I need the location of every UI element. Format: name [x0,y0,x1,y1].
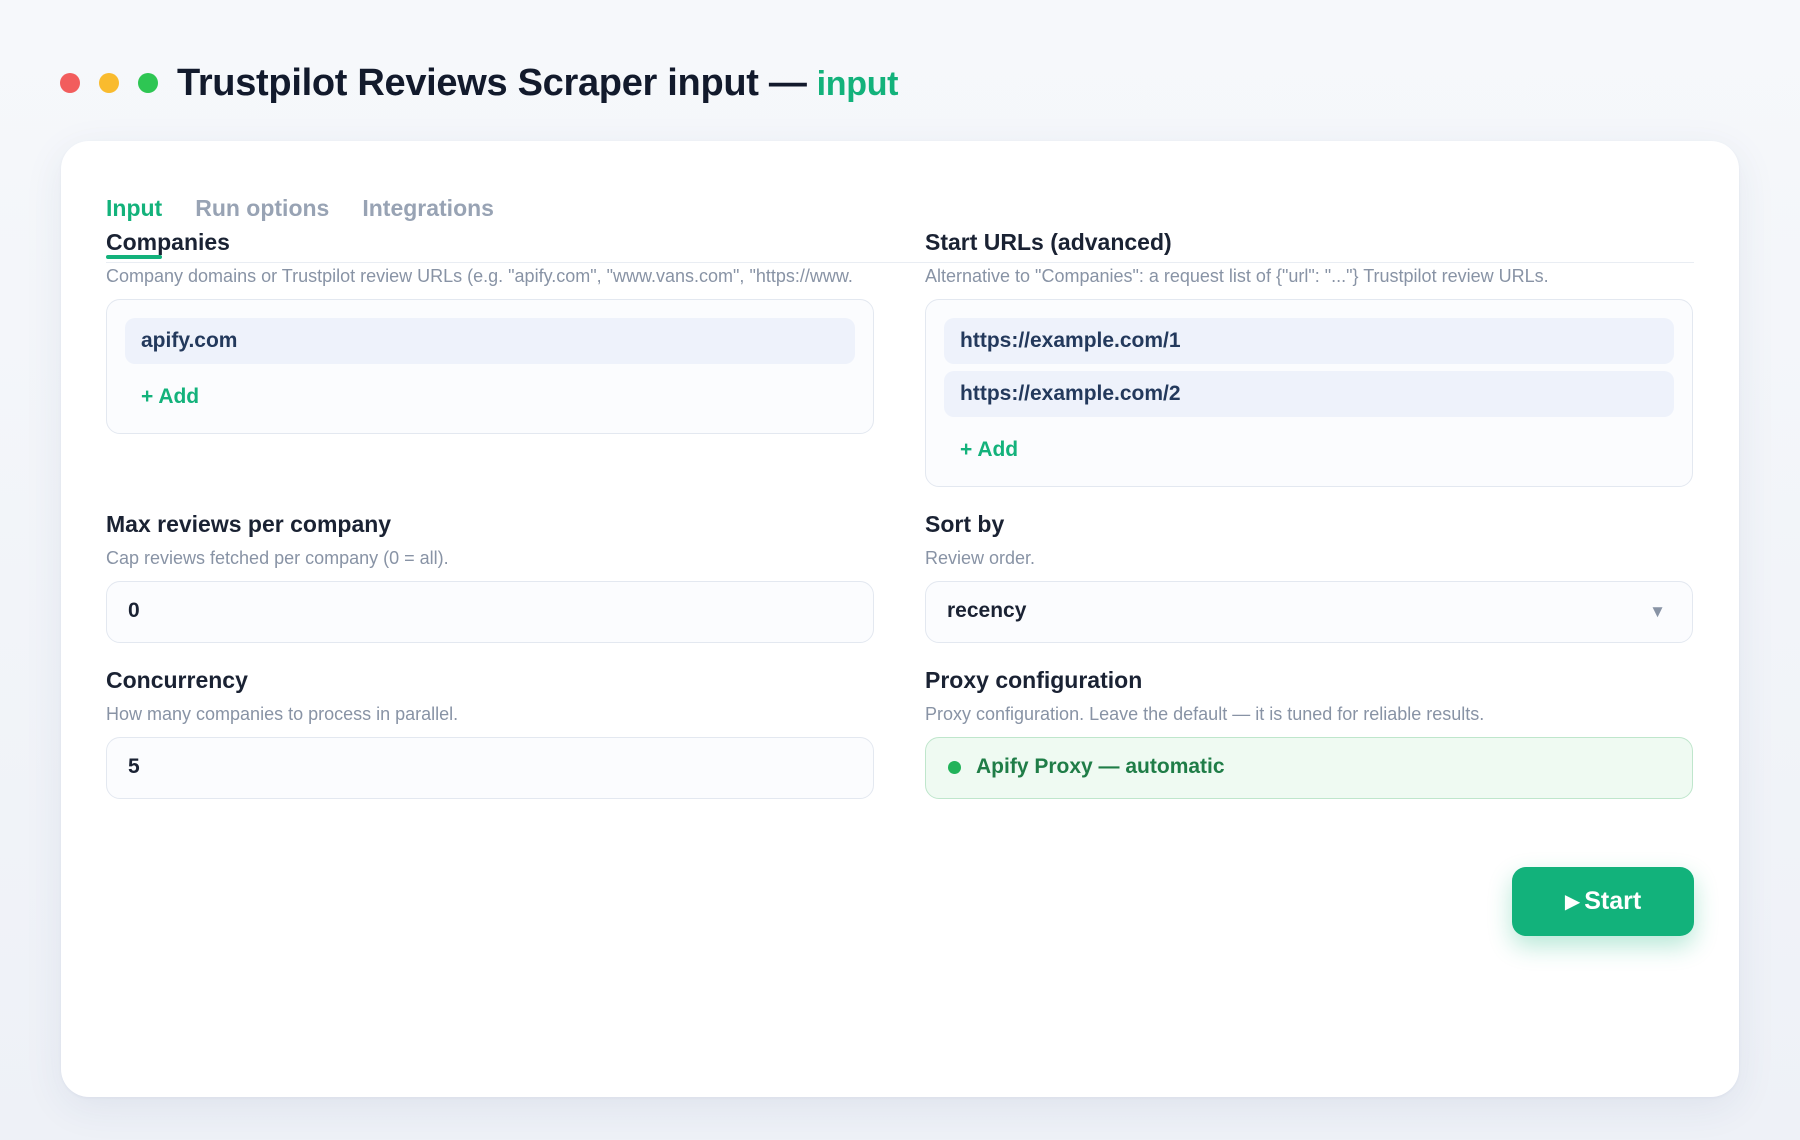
start-button[interactable]: ▶ Start [1512,867,1694,936]
max-reviews-input[interactable]: 0 [106,581,874,643]
proxy-description: Proxy configuration. Leave the default —… [925,704,1485,724]
max-reviews-label: Max reviews per company [106,511,392,537]
concurrency-description: How many companies to process in paralle… [106,704,459,724]
sort-by-label: Sort by [925,511,1005,537]
sort-by-value: recency [947,599,1027,622]
chevron-down-icon: ▼ [1649,602,1666,621]
max-reviews-field: Max reviews per company Cap reviews fetc… [106,511,874,643]
proxy-value: Apify Proxy — automatic [976,755,1225,778]
concurrency-field: Concurrency How many companies to proces… [106,667,874,799]
input-card: Input Run options Integrations Companies… [61,141,1739,1097]
sort-by-field: Sort by Review order. recency ▼ [925,511,1693,643]
companies-list: apify.com + Add [106,299,874,434]
proxy-config-box[interactable]: Apify Proxy — automatic [925,737,1693,799]
app-title-text: Trustpilot Reviews Scraper input — [177,61,807,104]
app-title: Trustpilot Reviews Scraper input — input [177,62,898,105]
close-window-dot[interactable] [60,73,80,93]
sort-by-description: Review order. [925,548,1036,568]
concurrency-input[interactable]: 5 [106,737,874,799]
start-urls-description: Alternative to "Companies": a request li… [925,266,1549,286]
companies-list-item[interactable]: apify.com [125,318,855,364]
companies-label: Companies [106,229,230,255]
play-icon: ▶ [1564,891,1581,913]
sort-by-select[interactable]: recency ▼ [925,581,1693,643]
start-urls-list-item[interactable]: https://example.com/1 [944,318,1674,364]
companies-description: Company domains or Trustpilot review URL… [106,266,853,286]
start-urls-list: https://example.com/1 https://example.co… [925,299,1693,487]
start-urls-label: Start URLs (advanced) [925,229,1172,255]
start-urls-add-button[interactable]: + Add [944,424,1034,472]
proxy-label: Proxy configuration [925,667,1143,693]
window-header: Trustpilot Reviews Scraper input — input [60,58,898,108]
start-urls-field: Start URLs (advanced) Alternative to "Co… [925,229,1693,487]
app-mode-label: input [816,64,899,103]
minimize-window-dot[interactable] [99,73,119,93]
status-dot-icon [948,761,961,774]
proxy-field: Proxy configuration Proxy configuration.… [925,667,1693,799]
companies-field: Companies Company domains or Trustpilot … [106,229,874,434]
start-button-label: Start [1584,887,1642,915]
maximize-window-dot[interactable] [138,73,158,93]
concurrency-label: Concurrency [106,667,248,693]
companies-add-button[interactable]: + Add [125,371,215,419]
max-reviews-description: Cap reviews fetched per company (0 = all… [106,548,449,568]
start-urls-list-item[interactable]: https://example.com/2 [944,371,1674,417]
